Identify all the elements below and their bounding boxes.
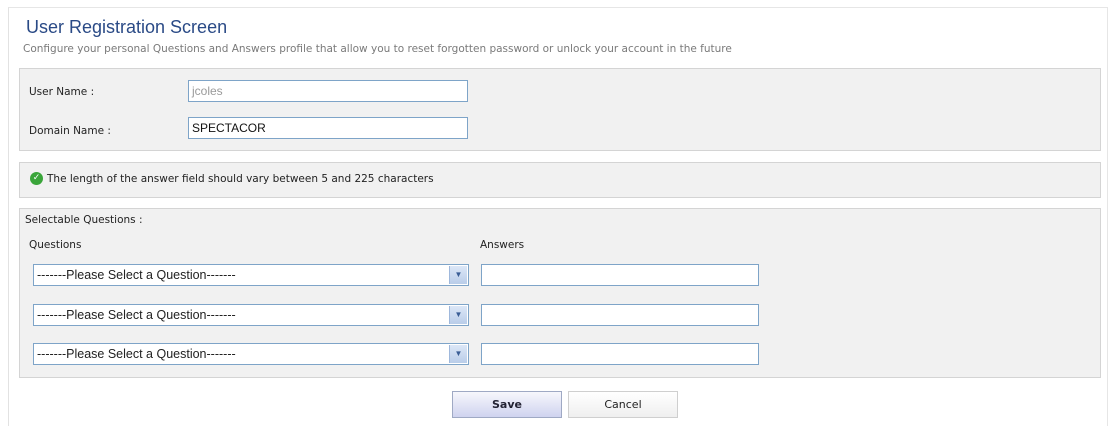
account-panel: User Name : jcoles Domain Name : SPECTAC… [19,68,1101,151]
answer-field-3[interactable] [481,343,759,365]
answer-field-2[interactable] [481,304,759,326]
domain-name-label: Domain Name : [29,125,111,137]
user-name-label: User Name : [29,86,95,98]
question-select-2-value: -------Please Select a Question------- [37,308,236,322]
chevron-down-icon[interactable]: ▼ [449,266,467,284]
question-select-3-value: -------Please Select a Question------- [37,347,236,361]
answers-column-header: Answers [480,239,525,251]
chevron-down-icon[interactable]: ▼ [449,306,467,324]
domain-name-field[interactable]: SPECTACOR [188,117,468,139]
save-button[interactable]: Save [452,391,562,418]
chevron-down-icon[interactable]: ▼ [449,345,467,363]
user-name-field[interactable]: jcoles [188,80,468,102]
question-select-1[interactable]: -------Please Select a Question------- ▼ [33,264,469,286]
page-title: User Registration Screen [26,17,228,37]
notice-panel: ✓ The length of the answer field should … [19,162,1101,198]
questions-panel: Selectable Questions : Questions Answers… [19,208,1101,378]
question-select-3[interactable]: -------Please Select a Question------- ▼ [33,343,469,365]
question-select-2[interactable]: -------Please Select a Question------- ▼ [33,304,469,326]
selectable-questions-label: Selectable Questions : [25,214,143,226]
cancel-button[interactable]: Cancel [568,391,678,418]
answer-length-notice: The length of the answer field should va… [47,173,434,185]
check-icon: ✓ [30,172,43,185]
page-subtitle: Configure your personal Questions and An… [23,43,732,55]
answer-field-1[interactable] [481,264,759,286]
questions-column-header: Questions [29,239,82,251]
question-select-1-value: -------Please Select a Question------- [37,268,236,282]
